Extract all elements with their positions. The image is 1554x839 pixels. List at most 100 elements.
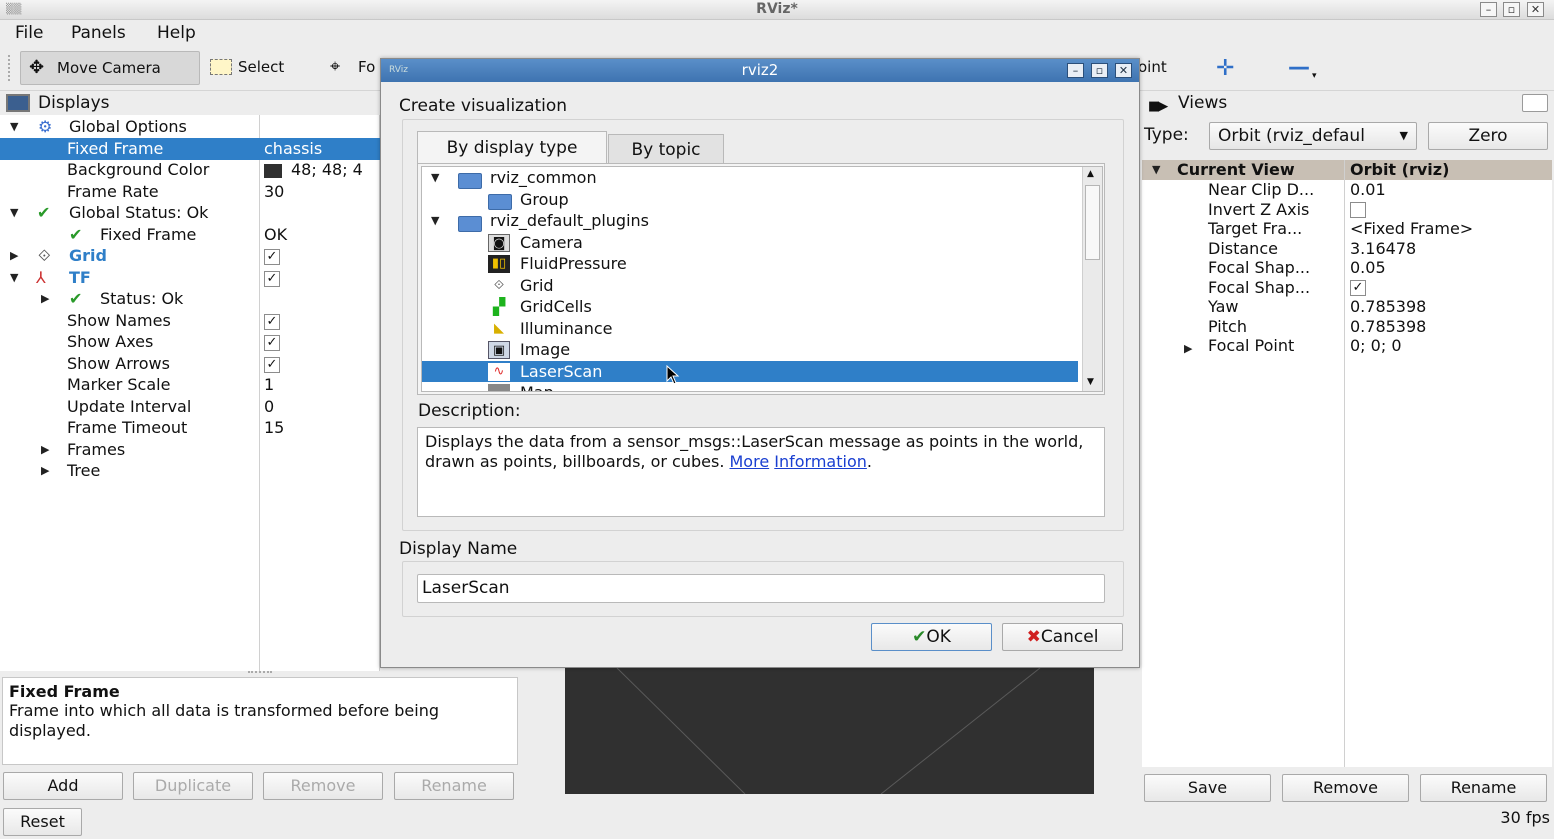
view-prop-value[interactable]: 0.01 — [1350, 180, 1386, 199]
view-row-invert-z[interactable]: Invert Z Axis — [1142, 200, 1552, 219]
render-viewport[interactable] — [565, 668, 1094, 794]
list-item-fluid-pressure[interactable]: ▮▯ FluidPressure — [422, 253, 1078, 275]
views-remove-button[interactable]: Remove — [1282, 774, 1409, 802]
reset-button[interactable]: Reset — [3, 808, 82, 836]
tree-row-tree[interactable]: ▶ Tree — [0, 460, 380, 482]
tree-row-background-color[interactable]: Background Color 48; 48; 4 — [0, 159, 380, 181]
tree-row-fixed-frame[interactable]: Fixed Frame chassis — [0, 138, 380, 160]
list-item-rviz-common[interactable]: ▼ rviz_common — [422, 167, 1078, 189]
maximize-icon[interactable]: ▫ — [1503, 2, 1520, 17]
cancel-button[interactable]: ✖Cancel — [1002, 623, 1123, 651]
view-prop-value[interactable]: 0.05 — [1350, 258, 1386, 277]
tree-row-global-options[interactable]: ▼ ⚙ Global Options — [0, 116, 380, 138]
expand-icon[interactable]: ▶ — [41, 439, 49, 460]
remove-button[interactable]: Remove — [263, 772, 383, 800]
list-scrollbar[interactable]: ▲ ▼ — [1082, 167, 1102, 391]
plus-icon[interactable]: ✛ — [1216, 56, 1234, 81]
zero-button[interactable]: Zero — [1428, 122, 1548, 150]
menu-help[interactable]: Help — [157, 23, 196, 43]
scroll-up-icon[interactable]: ▲ — [1087, 169, 1094, 179]
tree-row-global-status[interactable]: ▼ ✔ Global Status: Ok — [0, 202, 380, 224]
menu-file[interactable]: File — [15, 23, 43, 43]
frame-rate-value[interactable]: 30 — [264, 181, 284, 202]
display-type-list[interactable]: ▼ rviz_common Group ▼ rviz_default_plugi… — [421, 166, 1103, 392]
view-row-target-frame[interactable]: Target Fra... <Fixed Frame> — [1142, 219, 1552, 238]
scroll-down-icon[interactable]: ▼ — [1087, 377, 1094, 387]
view-row-pitch[interactable]: Pitch 0.785398 — [1142, 317, 1552, 336]
information-link[interactable]: Information — [774, 452, 867, 471]
current-view-row[interactable]: ▼ Current View Orbit (rviz) — [1142, 160, 1552, 180]
add-button[interactable]: Add — [3, 772, 123, 800]
duplicate-button[interactable]: Duplicate — [133, 772, 253, 800]
expand-icon[interactable]: ▶ — [1184, 339, 1192, 358]
views-save-button[interactable]: Save — [1144, 774, 1271, 802]
expand-icon[interactable]: ▶ — [41, 460, 49, 481]
tf-enabled-checkbox[interactable]: ✓ — [264, 270, 280, 287]
tree-row-frame-rate[interactable]: Frame Rate 30 — [0, 181, 380, 203]
dialog-maximize-icon[interactable]: ▫ — [1091, 63, 1108, 78]
collapse-icon[interactable]: ▼ — [10, 116, 18, 137]
list-item-grid-cells[interactable]: ▞ GridCells — [422, 296, 1078, 318]
dialog-minimize-icon[interactable]: – — [1067, 63, 1084, 78]
list-item-rviz-default-plugins[interactable]: ▼ rviz_default_plugins — [422, 210, 1078, 232]
list-item-illuminance[interactable]: ◣ Illuminance — [422, 318, 1078, 340]
view-row-focal-shape-fixed[interactable]: Focal Shap... ✓ — [1142, 278, 1552, 297]
view-type-select[interactable]: Orbit (rviz_defaul ▼ — [1209, 122, 1417, 150]
show-arrows-checkbox[interactable]: ✓ — [264, 356, 280, 373]
list-item-group[interactable]: Group — [422, 189, 1078, 210]
collapse-icon[interactable]: ▼ — [10, 202, 18, 223]
display-name-input[interactable]: LaserScan — [417, 574, 1105, 603]
collapse-icon[interactable]: ▼ — [10, 267, 18, 288]
minimize-icon[interactable]: – — [1480, 2, 1497, 17]
menu-panels[interactable]: Panels — [71, 23, 126, 43]
view-prop-value[interactable]: 3.16478 — [1350, 239, 1416, 258]
view-prop-value[interactable]: 0.785398 — [1350, 297, 1426, 316]
view-prop-value[interactable]: <Fixed Frame> — [1350, 219, 1473, 238]
list-item-camera[interactable]: ◙ Camera — [422, 232, 1078, 254]
minus-icon[interactable]: — — [1288, 55, 1310, 80]
views-float-button[interactable] — [1522, 94, 1548, 112]
rename-button[interactable]: Rename — [394, 772, 514, 800]
tab-by-display-type[interactable]: By display type — [417, 131, 607, 164]
views-rename-button[interactable]: Rename — [1420, 774, 1547, 802]
view-row-focal-shape-size[interactable]: Focal Shap... 0.05 — [1142, 258, 1552, 277]
publish-point-button[interactable]: oint — [1132, 51, 1192, 85]
tree-row-tf[interactable]: ▼ ⅄ TF ✓ — [0, 267, 380, 289]
toolbar-grip[interactable] — [8, 55, 12, 81]
tab-by-topic[interactable]: By topic — [608, 134, 724, 164]
expand-icon[interactable]: ▶ — [10, 245, 18, 266]
collapse-icon[interactable]: ▼ — [1152, 163, 1160, 176]
tree-row-tf-status[interactable]: ▶ ✔ Status: Ok — [0, 288, 380, 310]
tree-row-marker-scale[interactable]: Marker Scale 1 — [0, 374, 380, 396]
expand-icon[interactable]: ▶ — [41, 288, 49, 309]
grid-enabled-checkbox[interactable]: ✓ — [264, 248, 280, 265]
show-axes-checkbox[interactable]: ✓ — [264, 334, 280, 351]
fixed-frame-value[interactable]: chassis — [264, 138, 322, 159]
tree-row-grid[interactable]: ▶ ⟐ Grid ✓ — [0, 245, 380, 267]
tree-row-frames[interactable]: ▶ Frames — [0, 439, 380, 461]
marker-scale-value[interactable]: 1 — [264, 374, 274, 395]
view-row-distance[interactable]: Distance 3.16478 — [1142, 239, 1552, 258]
collapse-icon[interactable]: ▼ — [431, 210, 439, 231]
list-item-grid[interactable]: ⟐ Grid — [422, 275, 1078, 297]
collapse-icon[interactable]: ▼ — [431, 167, 439, 188]
update-interval-value[interactable]: 0 — [264, 396, 274, 417]
splitter-handle[interactable] — [248, 671, 272, 675]
list-item-image[interactable]: ▣ Image — [422, 339, 1078, 361]
view-row-near-clip[interactable]: Near Clip D... 0.01 — [1142, 180, 1552, 199]
move-camera-button[interactable]: ✥ Move Camera — [20, 51, 200, 85]
close-icon[interactable]: ✕ — [1527, 2, 1544, 17]
view-prop-value[interactable]: 0; 0; 0 — [1350, 336, 1402, 355]
ok-button[interactable]: ✔OK — [871, 623, 992, 651]
dialog-titlebar[interactable]: RViz rviz2 – ▫ ✕ — [381, 59, 1139, 82]
view-prop-value[interactable]: 0.785398 — [1350, 317, 1426, 336]
view-row-focal-point[interactable]: ▶ Focal Point 0; 0; 0 — [1142, 336, 1552, 355]
frame-timeout-value[interactable]: 15 — [264, 417, 284, 438]
tree-row-frame-timeout[interactable]: Frame Timeout 15 — [0, 417, 380, 439]
view-row-yaw[interactable]: Yaw 0.785398 — [1142, 297, 1552, 316]
more-information-link[interactable]: More — [730, 452, 770, 471]
scrollbar-thumb[interactable] — [1085, 185, 1100, 260]
tree-row-show-names[interactable]: Show Names ✓ — [0, 310, 380, 332]
tree-row-status-fixed-frame[interactable]: ✔ Fixed Frame OK — [0, 224, 380, 246]
dialog-close-icon[interactable]: ✕ — [1115, 63, 1132, 78]
